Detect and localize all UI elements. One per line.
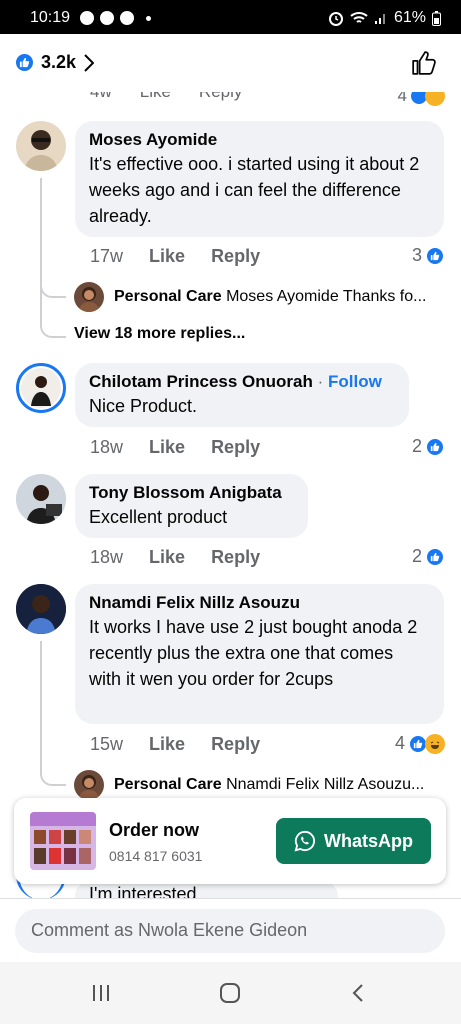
like-link[interactable]: Like xyxy=(149,437,185,458)
comment-text: It's effective ooo. i started using it a… xyxy=(89,154,420,226)
reply-text: Moses Ayomide Thanks fo... xyxy=(226,288,427,305)
reaction-count: 4 xyxy=(394,733,405,753)
status-bar: 10:19 61% xyxy=(0,0,461,34)
reaction-count: 2 xyxy=(411,436,422,456)
product-thumbnail xyxy=(30,812,96,870)
comment-reactions[interactable]: 2 xyxy=(412,546,445,567)
avatar xyxy=(74,770,104,800)
reply-link[interactable]: Reply xyxy=(211,547,260,568)
like-reaction-icon xyxy=(425,436,445,457)
ad-title: Order now xyxy=(109,820,200,840)
like-link[interactable]: Like xyxy=(149,734,185,755)
reaction-count: 2 xyxy=(411,546,422,566)
whatsapp-button-label: WhatsApp xyxy=(324,830,413,851)
battery-icon xyxy=(432,10,441,26)
like-link[interactable]: Like xyxy=(149,547,185,568)
comment-reactions[interactable]: 4 xyxy=(395,733,445,754)
reactions-header: 3.2k xyxy=(0,34,461,92)
messenger-notification-icon xyxy=(100,11,114,25)
comment-age: 15w xyxy=(90,734,124,754)
back-icon[interactable] xyxy=(350,982,366,1004)
reply-link[interactable]: Reply xyxy=(211,437,260,458)
whatsapp-icon xyxy=(294,830,316,852)
comment-text: It works I have use 2 just bought anoda … xyxy=(89,617,418,689)
commenter-name[interactable]: Nnamdi Felix Nillz Asouzu xyxy=(89,592,430,614)
home-icon[interactable] xyxy=(219,982,241,1004)
follow-button[interactable]: Follow xyxy=(328,372,382,391)
ad-phone-number: 0814 817 6031 xyxy=(109,848,203,864)
commenter-name[interactable]: Chilotam Princess Onuorah xyxy=(89,372,313,391)
comment-bubble[interactable]: Moses Ayomide It's effective ooo. i star… xyxy=(75,121,444,237)
sponsored-order-card[interactable]: Order now 0814 817 6031 WhatsApp xyxy=(14,798,446,884)
comments-feed[interactable]: 4w Like Reply 4 Moses Ayomide It's effec… xyxy=(0,92,461,898)
signal-icon xyxy=(374,14,385,24)
more-notifications-dot xyxy=(146,16,151,21)
comment-actions: 18w Like Reply xyxy=(90,437,286,458)
chevron-right-icon xyxy=(84,53,95,72)
like-link[interactable]: Like xyxy=(149,246,185,267)
reaction-count: 4 xyxy=(397,92,407,105)
comment-age: 4w xyxy=(90,92,112,102)
like-reaction-icon xyxy=(425,546,445,567)
comment-bubble[interactable]: Chilotam Princess Onuorah · Follow Nice … xyxy=(75,363,409,427)
comment-actions: 17w Like Reply xyxy=(90,246,286,267)
haha-reaction-icon xyxy=(425,733,445,754)
reply-author[interactable]: Personal Care xyxy=(114,288,222,305)
wifi-icon xyxy=(350,12,368,23)
messenger-notification-icon xyxy=(80,11,94,25)
comment-text: Nice Product. xyxy=(89,396,198,416)
view-more-replies-link[interactable]: View 18 more replies... xyxy=(74,325,245,343)
avatar[interactable] xyxy=(16,584,66,634)
avatar[interactable] xyxy=(16,363,66,413)
battery-percent: 61% xyxy=(393,9,426,26)
reply-link[interactable]: Reply xyxy=(211,246,260,267)
commenter-name-row: Chilotam Princess Onuorah · Follow xyxy=(89,372,382,391)
comment-reactions[interactable]: 2 xyxy=(412,436,445,457)
comment-input[interactable]: Comment as Nwola Ekene Gideon xyxy=(15,909,445,953)
reactions-summary[interactable]: 3.2k xyxy=(14,52,95,73)
comment-age: 17w xyxy=(90,246,124,266)
whatsapp-button[interactable]: WhatsApp xyxy=(276,818,431,864)
thread-line xyxy=(40,282,66,298)
reply-text: Nnamdi Felix Nillz Asouzu... xyxy=(226,776,425,793)
alarm-icon xyxy=(328,12,343,26)
thread-line xyxy=(40,641,42,763)
comment-actions: 4w Like Reply xyxy=(90,92,242,102)
avatar[interactable] xyxy=(16,474,66,524)
commenter-name[interactable]: Moses Ayomide xyxy=(89,129,430,151)
reaction-count: 3 xyxy=(411,245,422,265)
avatar[interactable] xyxy=(16,121,66,171)
messenger-notification-icon xyxy=(120,11,134,25)
comment-text: Excellent product xyxy=(89,507,228,527)
comment-bubble[interactable]: Nnamdi Felix Nillz Asouzu It works I hav… xyxy=(75,584,444,724)
like-link[interactable]: Like xyxy=(140,92,171,102)
comment-bubble[interactable]: Tony Blossom Anigbata Excellent product xyxy=(75,474,308,538)
reply-author[interactable]: Personal Care xyxy=(114,776,222,793)
clock: 10:19 xyxy=(30,9,71,26)
avatar xyxy=(74,282,104,312)
reply-preview[interactable]: Personal Care Moses Ayomide Thanks fo... xyxy=(74,282,426,312)
thread-line xyxy=(40,298,66,338)
thread-line xyxy=(40,762,66,786)
comment-actions: 18w Like Reply xyxy=(90,547,286,568)
comment-age: 18w xyxy=(90,437,124,457)
recent-apps-icon[interactable] xyxy=(90,982,112,1004)
commenter-name[interactable]: Tony Blossom Anigbata xyxy=(89,482,294,504)
comment-composer-area: Comment as Nwola Ekene Gideon xyxy=(0,898,461,962)
comment-reactions[interactable]: 3 xyxy=(412,245,445,266)
comment-actions: 15w Like Reply xyxy=(90,734,286,755)
reply-preview[interactable]: Personal Care Nnamdi Felix Nillz Asouzu.… xyxy=(74,770,424,800)
comment-reactions[interactable]: 4 xyxy=(398,92,445,106)
like-reaction-icon xyxy=(425,245,445,266)
system-navigation-bar xyxy=(0,962,461,1024)
haha-reaction-icon xyxy=(425,92,445,106)
comment-age: 18w xyxy=(90,547,124,567)
reply-link[interactable]: Reply xyxy=(211,734,260,755)
reply-link[interactable]: Reply xyxy=(199,92,242,102)
reaction-count: 3.2k xyxy=(41,52,77,72)
like-reaction-icon xyxy=(14,52,35,73)
thumbs-up-icon[interactable] xyxy=(411,50,437,76)
